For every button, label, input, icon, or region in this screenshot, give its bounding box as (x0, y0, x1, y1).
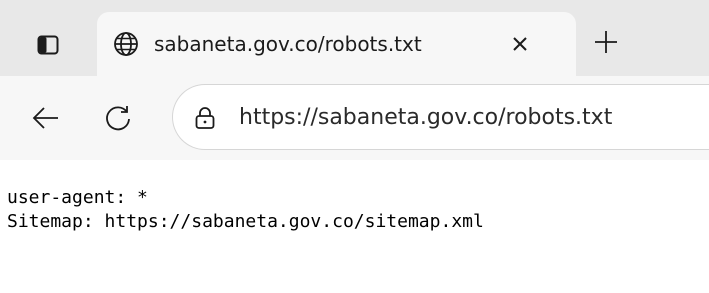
tab-active[interactable]: sabaneta.gov.co/robots.txt (97, 12, 576, 76)
address-bar[interactable]: https://sabaneta.gov.co/robots.txt (172, 84, 709, 150)
tab-close-button[interactable] (507, 31, 533, 57)
back-arrow-icon (32, 107, 58, 129)
url-text[interactable]: https://sabaneta.gov.co/robots.txt (239, 105, 612, 130)
tab-actions-icon (37, 35, 59, 55)
refresh-button[interactable] (98, 98, 138, 138)
tab-strip: sabaneta.gov.co/robots.txt (0, 0, 709, 76)
lock-icon[interactable] (192, 105, 218, 131)
robots-line-user-agent: user-agent: * (7, 187, 148, 208)
robots-txt-content: user-agent: * Sitemap: https://sabaneta.g… (7, 186, 484, 234)
refresh-icon (106, 106, 130, 131)
tab-actions-button[interactable] (30, 27, 66, 63)
close-icon (513, 37, 527, 51)
toolbar: https://sabaneta.gov.co/robots.txt (0, 76, 709, 160)
page-content: user-agent: * Sitemap: https://sabaneta.g… (0, 160, 709, 293)
back-button[interactable] (26, 98, 66, 138)
globe-icon (114, 32, 138, 56)
tab-title: sabaneta.gov.co/robots.txt (154, 32, 422, 56)
new-tab-button[interactable] (588, 24, 624, 60)
robots-line-sitemap: Sitemap: https://sabaneta.gov.co/sitemap… (7, 211, 484, 232)
plus-icon (595, 31, 617, 53)
